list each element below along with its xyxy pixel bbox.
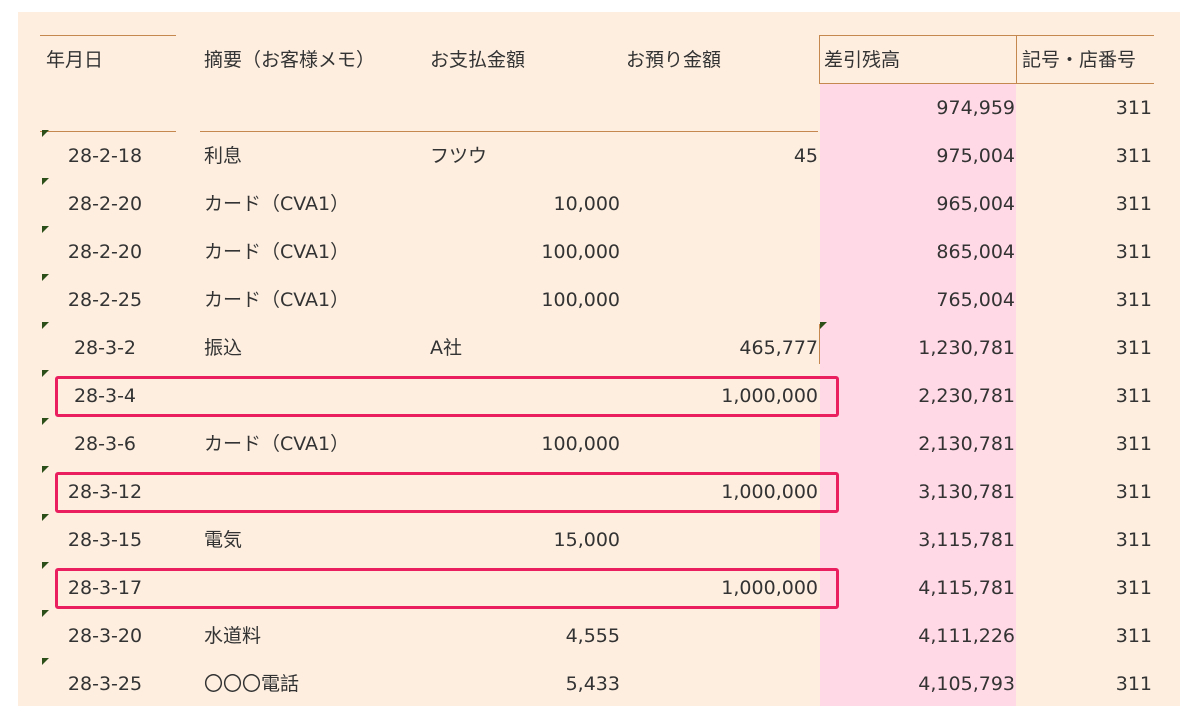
row-marker [42, 658, 49, 665]
highlight-box [55, 376, 839, 417]
header-code: 記号・店番号 [1022, 49, 1137, 71]
description-cell: カード（CVA1） [204, 193, 350, 215]
code-cell: 311 [1115, 337, 1152, 359]
payment-cell: 100,000 [541, 289, 620, 311]
header-date: 年月日 [46, 49, 104, 71]
date-cell: 28-2-20 [67, 193, 143, 215]
date-cell: 28-2-18 [67, 145, 143, 167]
date-cell: 28-3-20 [67, 625, 143, 647]
deposit-cell [618, 420, 818, 468]
table-row: 28-3-6 カード（CVA1） 100,000 2,130,781 311 [18, 420, 1180, 468]
description-cell: 水道料 [204, 625, 262, 647]
payment-cell: 5,433 [565, 673, 620, 695]
code-cell: 311 [1115, 625, 1152, 647]
code-cell: 311 [1115, 145, 1152, 167]
date-cell: 28-2-20 [67, 241, 143, 263]
payment-cell [418, 132, 620, 180]
deposit-cell [618, 516, 818, 564]
passbook-sheet: 年月日 摘要（お客様メモ） お支払金額 お預り金額 差引残高 記号・店番号 97… [18, 12, 1180, 706]
deposit-cell [618, 276, 818, 324]
header-balance: 差引残高 [824, 49, 901, 71]
rule [819, 35, 820, 84]
code-cell: 311 [1115, 241, 1152, 263]
date-cell: 28-3-6 [73, 433, 137, 455]
rule [40, 35, 176, 36]
description-cell: カード（CVA1） [204, 433, 350, 455]
payment-cell: 4,555 [565, 625, 620, 647]
code-cell: 311 [1115, 289, 1152, 311]
opening-code: 311 [1115, 97, 1152, 119]
rule [820, 35, 1154, 36]
balance-cell: 3,115,781 [918, 529, 1015, 551]
payment-cell: 100,000 [541, 433, 620, 455]
balance-cell: 965,004 [936, 193, 1015, 215]
table-row: 28-3-2 振込 A社 465,777 1,230,781 311 [18, 324, 1180, 372]
row-marker [820, 322, 827, 329]
balance-cell: 865,004 [936, 241, 1015, 263]
table-row: 28-3-25 〇〇〇電話 5,433 4,105,793 311 [18, 660, 1180, 706]
balance-cell: 1,230,781 [918, 337, 1015, 359]
header-payment: お支払金額 [430, 49, 526, 71]
balance-cell: 3,130,781 [918, 481, 1015, 503]
header-deposit: お預り金額 [626, 49, 722, 71]
table-row: 28-3-20 水道料 4,555 4,111,226 311 [18, 612, 1180, 660]
payment-cell [418, 324, 620, 372]
opening-balance-row: 974,959 311 [18, 84, 1180, 132]
deposit-cell: 465,777 [739, 337, 818, 359]
description-cell: 利息 [204, 145, 243, 167]
payment-cell: 15,000 [553, 529, 620, 551]
highlight-box [55, 568, 839, 609]
balance-cell: 765,004 [936, 289, 1015, 311]
date-cell: 28-3-15 [67, 529, 143, 551]
description-cell: 電気 [204, 529, 243, 551]
code-cell: 311 [1115, 577, 1152, 599]
deposit-cell [618, 180, 818, 228]
payment-cell: 100,000 [541, 241, 620, 263]
row-marker [42, 226, 49, 233]
code-cell: 311 [1115, 385, 1152, 407]
row-marker [42, 178, 49, 185]
balance-cell: 2,230,781 [918, 385, 1015, 407]
row-marker [42, 370, 49, 377]
row-marker [42, 274, 49, 281]
balance-cell: 4,111,226 [918, 625, 1015, 647]
code-cell: 311 [1115, 481, 1152, 503]
deposit-cell [618, 228, 818, 276]
row-marker [42, 418, 49, 425]
code-cell: 311 [1115, 529, 1152, 551]
rule [1016, 35, 1017, 84]
code-cell: 311 [1115, 673, 1152, 695]
balance-cell: 4,105,793 [918, 673, 1015, 695]
table-row: 28-2-20 カード（CVA1） 10,000 965,004 311 [18, 180, 1180, 228]
row-marker [42, 322, 49, 329]
code-cell: 311 [1115, 193, 1152, 215]
description-cell: カード（CVA1） [204, 289, 350, 311]
highlight-box [55, 472, 839, 513]
balance-cell: 4,115,781 [918, 577, 1015, 599]
description-cell: カード（CVA1） [204, 241, 350, 263]
deposit-cell: 45 [793, 145, 818, 167]
header-description: 摘要（お客様メモ） [204, 49, 376, 71]
payment-cell: 10,000 [553, 193, 620, 215]
row-marker [42, 130, 49, 137]
deposit-cell [618, 660, 818, 706]
date-cell: 28-3-25 [67, 673, 143, 695]
table-row: 28-2-20 カード（CVA1） 100,000 865,004 311 [18, 228, 1180, 276]
table-row: 28-2-25 カード（CVA1） 100,000 765,004 311 [18, 276, 1180, 324]
table-row: 28-2-18 利息 フツウ 45 975,004 311 [18, 132, 1180, 180]
table-row: 28-3-15 電気 15,000 3,115,781 311 [18, 516, 1180, 564]
balance-cell: 2,130,781 [918, 433, 1015, 455]
date-cell: 28-3-2 [73, 337, 137, 359]
code-cell: 311 [1115, 433, 1152, 455]
row-marker [42, 562, 49, 569]
row-marker [42, 466, 49, 473]
row-marker [42, 514, 49, 521]
description-cell: 振込 [204, 337, 243, 359]
description-cell: 〇〇〇電話 [204, 673, 300, 695]
balance-cell: 975,004 [936, 145, 1015, 167]
date-cell: 28-2-25 [67, 289, 143, 311]
row-marker [42, 610, 49, 617]
opening-balance: 974,959 [936, 97, 1015, 119]
deposit-cell [618, 612, 818, 660]
